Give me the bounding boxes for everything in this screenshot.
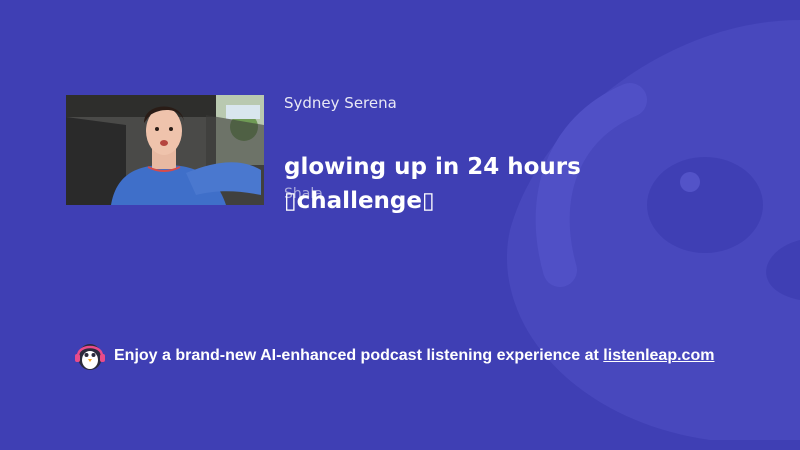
- thumbnail-image: [66, 95, 264, 205]
- promo-message: Enjoy a brand-new AI-enhanced podcast li…: [114, 347, 604, 364]
- promo-text: Enjoy a brand-new AI-enhanced podcast li…: [114, 347, 714, 365]
- promo-footer: Enjoy a brand-new AI-enhanced podcast li…: [74, 341, 714, 371]
- penguin-headphones-icon: [75, 344, 105, 370]
- mascot-watermark-icon: [506, 20, 800, 440]
- episode-thumbnail[interactable]: [66, 95, 264, 205]
- listenleap-link[interactable]: listenleap.com: [603, 347, 714, 364]
- episode-author: Sydney Serena: [284, 94, 397, 112]
- episode-title[interactable]: glowing up in 24 hours ▯challenge▯: [284, 150, 624, 218]
